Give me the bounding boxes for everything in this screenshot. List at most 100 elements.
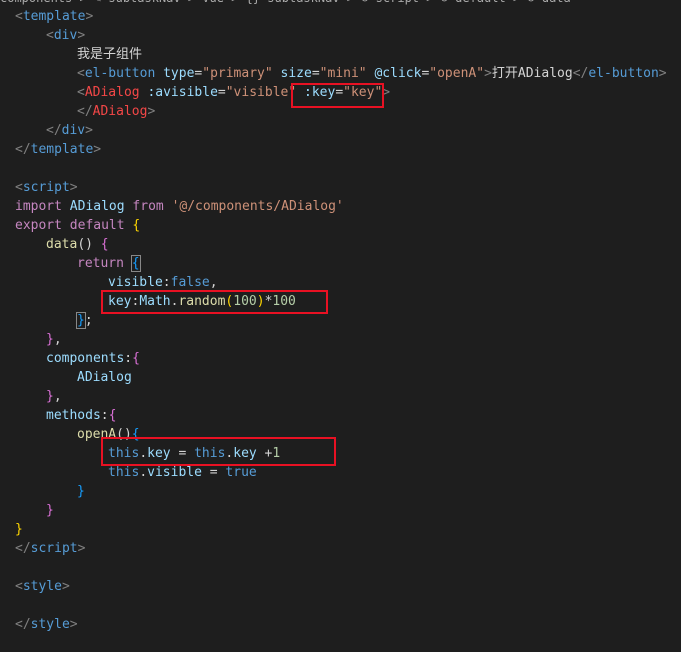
colon: : bbox=[162, 275, 171, 290]
property-name: components bbox=[46, 351, 125, 366]
text-content: 打开ADialog bbox=[491, 66, 573, 81]
tag-bracket: > bbox=[484, 66, 492, 81]
attr-name: type bbox=[163, 66, 195, 81]
code-line: } bbox=[0, 482, 681, 501]
semicolon: ; bbox=[84, 313, 93, 328]
tag-bracket: > bbox=[69, 617, 78, 632]
attr-name: :avisible bbox=[147, 85, 218, 100]
tag-name: div bbox=[53, 28, 78, 43]
brace: { bbox=[132, 218, 141, 233]
attr-eq: = bbox=[311, 66, 320, 81]
dot: . bbox=[139, 465, 148, 480]
tag-bracket: < bbox=[46, 28, 54, 43]
code-line: import ADialog from '@/components/ADialo… bbox=[0, 197, 681, 216]
code-line: ADialog bbox=[0, 368, 681, 387]
keyword: return bbox=[77, 256, 124, 271]
brace: { bbox=[132, 351, 140, 366]
code-line: components:{ bbox=[0, 349, 681, 368]
attr-name: @click bbox=[374, 66, 422, 81]
code-line: <script> bbox=[0, 178, 681, 197]
identifier: ADialog bbox=[77, 370, 132, 385]
property-name: visible bbox=[108, 275, 163, 290]
code-line: </div> bbox=[0, 121, 681, 140]
attr-value: "primary" bbox=[202, 66, 273, 81]
tag-bracket: > bbox=[69, 180, 78, 195]
tag-name: style bbox=[22, 579, 62, 594]
literal: true bbox=[225, 465, 257, 480]
code-line: } bbox=[0, 501, 681, 520]
property-name: visible bbox=[147, 465, 202, 480]
code-line: data() { bbox=[0, 235, 681, 254]
tag-name: el-button bbox=[84, 66, 156, 81]
identifier: ADialog bbox=[69, 199, 125, 214]
brace: } bbox=[46, 332, 54, 347]
text-content: 我是子组件 bbox=[77, 47, 143, 62]
tag-name: template bbox=[22, 9, 86, 24]
comma: , bbox=[53, 389, 62, 404]
code-line: }, bbox=[0, 387, 681, 406]
component-name: ADialog bbox=[84, 85, 140, 100]
parens: () bbox=[77, 237, 93, 252]
code-line: export default { bbox=[0, 216, 681, 235]
tag-name: div bbox=[61, 123, 86, 138]
component-name: ADialog bbox=[92, 104, 148, 119]
code-line: <el-button type="primary" size="mini" @c… bbox=[0, 64, 681, 83]
code-line: </style> bbox=[0, 615, 681, 634]
attr-value: "openA" bbox=[429, 66, 485, 81]
tag-bracket: > bbox=[93, 142, 102, 157]
attr-name: size bbox=[280, 66, 312, 81]
tag-bracket: > bbox=[147, 104, 156, 119]
attr-value: "visible" bbox=[225, 85, 297, 100]
tag-bracket: < bbox=[15, 9, 23, 24]
keyword: import bbox=[15, 199, 62, 214]
code-line: </script> bbox=[0, 539, 681, 558]
code-line: }, bbox=[0, 330, 681, 349]
keyword: this bbox=[108, 465, 140, 480]
code-line: </template> bbox=[0, 140, 681, 159]
tag-name: el-button bbox=[588, 66, 659, 81]
colon: : bbox=[100, 408, 109, 423]
code-line: <div> bbox=[0, 26, 681, 45]
tag-bracket: < bbox=[15, 579, 23, 594]
tag-bracket: > bbox=[85, 9, 94, 24]
tag-bracket: </ bbox=[15, 541, 31, 556]
brace: } bbox=[15, 522, 23, 537]
highlight-box-key-binding bbox=[291, 83, 384, 108]
tag-bracket: > bbox=[658, 66, 667, 81]
string-literal: '@/components/ADialog' bbox=[171, 199, 344, 214]
tag-name: script bbox=[30, 541, 78, 556]
tag-bracket: > bbox=[61, 579, 70, 594]
comma: , bbox=[53, 332, 62, 347]
tag-bracket: </ bbox=[572, 66, 589, 81]
operator: = bbox=[201, 465, 226, 480]
brace: { bbox=[100, 237, 109, 252]
code-line: methods:{ bbox=[0, 406, 681, 425]
keyword: default bbox=[69, 218, 125, 233]
code-line: <template> bbox=[0, 7, 681, 26]
tag-bracket: < bbox=[77, 85, 85, 100]
tag-bracket: > bbox=[77, 541, 86, 556]
brace: } bbox=[77, 484, 85, 499]
tag-bracket: < bbox=[77, 66, 85, 81]
code-line: 我是子组件 bbox=[0, 45, 681, 64]
property-name: methods bbox=[46, 408, 101, 423]
attr-value: "mini" bbox=[319, 66, 367, 81]
tag-bracket: </ bbox=[15, 142, 31, 157]
tag-bracket: < bbox=[15, 180, 23, 195]
brace: { bbox=[130, 255, 141, 272]
attr-eq: = bbox=[217, 85, 226, 100]
colon: : bbox=[124, 351, 133, 366]
tag-bracket: </ bbox=[46, 123, 62, 138]
tag-bracket: </ bbox=[77, 104, 93, 119]
code-line: <style> bbox=[0, 577, 681, 596]
tag-name: template bbox=[30, 142, 94, 157]
tag-bracket: </ bbox=[15, 617, 31, 632]
tag-name: script bbox=[22, 180, 70, 195]
brace: { bbox=[108, 408, 117, 423]
brace: } bbox=[46, 503, 54, 518]
tag-bracket: > bbox=[85, 123, 93, 138]
code-line: return { bbox=[0, 254, 681, 273]
